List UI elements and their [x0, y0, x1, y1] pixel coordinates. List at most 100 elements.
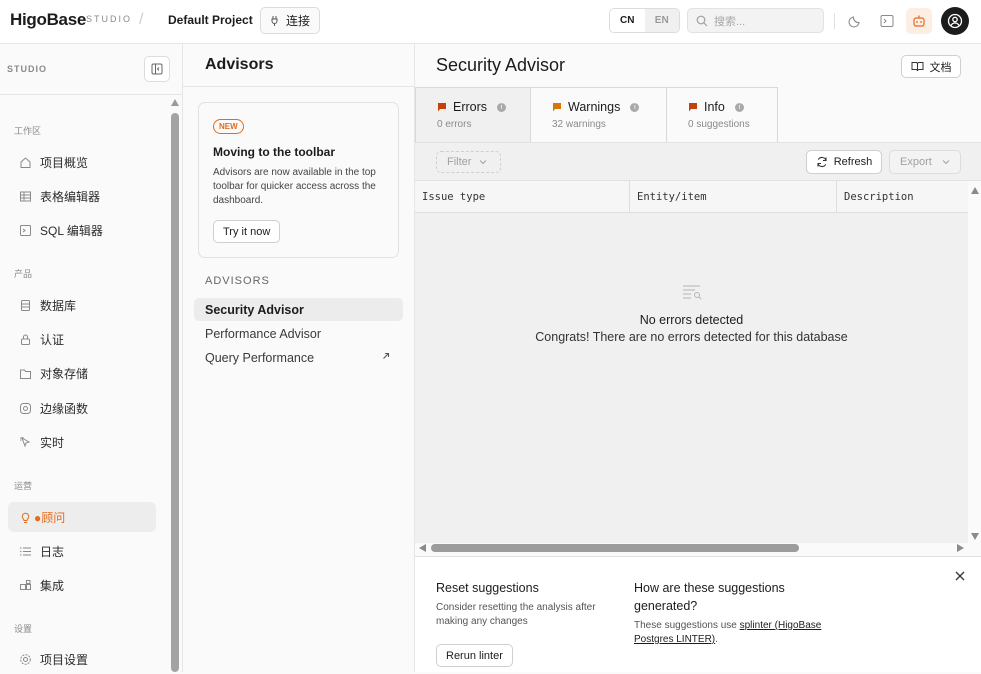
sidebar-item-sql-editor[interactable]: SQL 编辑器 [8, 215, 156, 245]
section-label-products: 产品 [14, 269, 33, 279]
sidebar-item-label: 边缘函数 [40, 401, 89, 416]
advisor-item-performance[interactable]: Performance Advisor [194, 322, 403, 345]
sidebar-item-logs[interactable]: 日志 [8, 536, 156, 566]
close-icon[interactable] [953, 569, 967, 583]
theme-toggle-button[interactable] [845, 11, 865, 31]
tab-warnings[interactable]: Warnings i 32 warnings [531, 87, 667, 142]
lang-cn-button[interactable]: CN [610, 9, 645, 32]
sidebar-item-label: 对象存储 [40, 366, 89, 381]
flag-icon [689, 103, 697, 112]
page-title: Security Advisor [436, 55, 566, 75]
sidebar-collapse-button[interactable] [144, 56, 170, 82]
export-label: Export [900, 156, 932, 168]
rerun-linter-button[interactable]: Rerun linter [436, 644, 513, 667]
book-icon [911, 62, 923, 72]
tab-info[interactable]: Info i 0 suggestions [667, 87, 778, 142]
scroll-left-arrow[interactable] [419, 544, 426, 552]
column-header-description[interactable]: Description [837, 181, 968, 213]
how-title: How are these suggestions generated? [634, 581, 785, 613]
scroll-up-arrow[interactable] [171, 99, 179, 106]
card-title: Moving to the toolbar [213, 145, 335, 159]
brand-logo[interactable]: HigoBase STUDIO [10, 10, 130, 30]
terminal-button[interactable] [877, 11, 897, 31]
grid-header: Issue type Entity/item Description [415, 181, 968, 213]
scroll-down-arrow[interactable] [971, 533, 979, 540]
empty-list-icon [682, 285, 701, 300]
robot-icon [913, 15, 925, 27]
tab-count: 0 suggestions [688, 119, 750, 130]
tab-count: 0 errors [437, 119, 472, 130]
tab-errors[interactable]: Errors i 0 errors [415, 87, 531, 142]
sidebar-item-label: 表格编辑器 [40, 189, 101, 204]
sidebar: STUDIO 工作区 项目概览 表格编辑器 SQL 编辑器 产品 数据库 认证 … [0, 44, 183, 672]
sidebar-item-advisors[interactable]: ●顾问 [8, 502, 156, 532]
sidebar-item-realtime[interactable]: 实时 [8, 427, 156, 457]
function-icon [18, 401, 32, 415]
sidebar-item-project-settings[interactable]: 项目设置 [8, 644, 156, 674]
sidebar-item-database[interactable]: 数据库 [8, 290, 156, 320]
search-input[interactable]: 搜索... [687, 8, 824, 33]
advisors-section-label: ADVISORS [205, 275, 270, 287]
user-icon [947, 13, 963, 29]
sidebar-item-project-overview[interactable]: 项目概览 [8, 147, 156, 177]
export-dropdown[interactable]: Export [889, 150, 961, 174]
connect-label: 连接 [285, 14, 310, 28]
advisor-item-security[interactable]: Security Advisor [194, 298, 403, 321]
section-label-operations: 运营 [14, 481, 33, 491]
sidebar-item-auth[interactable]: 认证 [8, 324, 156, 354]
column-header-issue-type[interactable]: Issue type [415, 181, 630, 213]
terminal-icon [18, 223, 32, 237]
main-panel: Security Advisor 文档 Errors i 0 errors Wa… [415, 44, 981, 672]
sidebar-scrollbar[interactable] [171, 99, 179, 672]
list-icon [18, 544, 32, 558]
lang-en-button[interactable]: EN [644, 9, 679, 32]
info-icon[interactable]: i [734, 102, 744, 112]
moon-icon [848, 16, 860, 28]
scroll-right-arrow[interactable] [957, 544, 964, 552]
sidebar-title: STUDIO [7, 64, 48, 74]
scrollbar-thumb[interactable] [431, 544, 799, 552]
breadcrumb-separator: / [139, 11, 144, 28]
tab-label: Warnings [568, 100, 621, 114]
terminal-icon [880, 15, 894, 27]
advisor-item-label: Performance Advisor [205, 326, 322, 341]
puzzle-icon [18, 578, 32, 592]
language-toggle: CN EN [609, 8, 680, 33]
sidebar-item-integrations[interactable]: 集成 [8, 570, 156, 600]
empty-state: No errors detected Congrats! There are n… [415, 284, 968, 344]
chevron-down-icon [942, 160, 950, 165]
sidebar-item-storage[interactable]: 对象存储 [8, 358, 156, 388]
chevron-down-icon [480, 160, 487, 165]
column-header-entity[interactable]: Entity/item [630, 181, 837, 213]
new-badge: NEW [213, 119, 244, 134]
advisor-item-query-performance[interactable]: Query Performance [194, 346, 403, 369]
reset-suggestions-block: Reset suggestions Consider resetting the… [436, 579, 616, 629]
connect-button[interactable]: 连接 [260, 7, 320, 34]
brand-suffix: STUDIO [86, 14, 133, 24]
avatar[interactable] [941, 7, 969, 35]
try-it-now-button[interactable]: Try it now [213, 220, 281, 243]
refresh-label: Refresh [833, 156, 873, 168]
info-icon[interactable]: i [497, 102, 507, 112]
section-label-workspace: 工作区 [14, 126, 42, 136]
filter-dropdown[interactable]: Filter [436, 151, 501, 173]
grid-vertical-scrollbar[interactable] [971, 184, 980, 540]
docs-button[interactable]: 文档 [901, 55, 961, 78]
folder-icon [18, 366, 32, 380]
scrollbar-thumb[interactable] [171, 113, 179, 672]
search-placeholder: 搜索... [714, 15, 746, 28]
section-label-settings: 设置 [14, 624, 33, 634]
sidebar-item-edge-functions[interactable]: 边缘函数 [8, 393, 156, 423]
assistant-button[interactable] [906, 8, 932, 34]
advisors-title: Advisors [205, 56, 274, 73]
lock-icon [18, 332, 32, 346]
suggestions-footer: Reset suggestions Consider resetting the… [415, 556, 981, 672]
info-icon[interactable]: i [630, 102, 640, 112]
card-text: Advisors are now available in the top to… [213, 167, 376, 206]
sidebar-item-table-editor[interactable]: 表格编辑器 [8, 181, 156, 211]
sidebar-item-label: 实时 [40, 435, 65, 450]
refresh-button[interactable]: Refresh [806, 150, 882, 174]
scroll-up-arrow[interactable] [971, 187, 979, 194]
grid-horizontal-scrollbar[interactable] [415, 543, 968, 554]
project-selector[interactable]: Default Project [168, 13, 253, 27]
